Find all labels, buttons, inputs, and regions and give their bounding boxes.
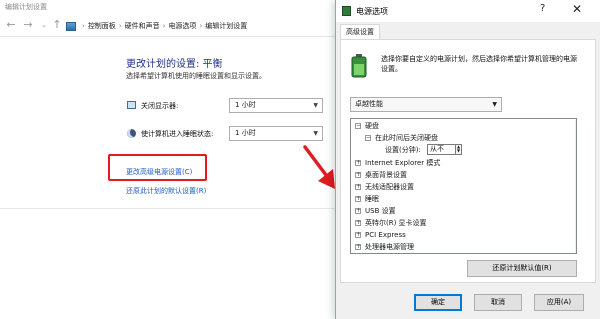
- breadcrumb-separator-icon: ›: [162, 22, 166, 30]
- expand-icon[interactable]: +: [355, 208, 361, 214]
- control-panel-icon: [66, 21, 76, 31]
- scroll-up-icon[interactable]: ▲: [575, 120, 576, 130]
- tree-item-label: 睡眠: [365, 195, 379, 203]
- forward-arrow-icon[interactable]: →: [22, 18, 34, 31]
- breadcrumb-item[interactable]: 硬件和声音: [125, 21, 160, 31]
- setting-minutes-label: 设置(分钟):: [385, 146, 421, 154]
- advanced-settings-panel: 选择你要自定义的电源计划，然后选择你希望计算机管理的电源设置。 卓越性能 ▼ −…: [340, 39, 596, 283]
- battery-icon: [351, 54, 367, 78]
- dialog-description: 选择你要自定义的电源计划，然后选择你希望计算机管理的电源设置。: [381, 55, 577, 73]
- tree-item[interactable]: + 处理器电源管理: [351, 241, 414, 253]
- power-options-dialog: 电源选项 ? ✕ 高级设置 选择你要自定义的电源计划，然后选择你希望计算机管理的…: [335, 0, 600, 319]
- breadcrumb: › 控制面板 › 硬件和声音 › 电源选项 › 编辑计划设置: [66, 21, 247, 31]
- tree-item-label: PCI Express: [365, 231, 406, 239]
- chevron-down-icon: ▼: [492, 101, 497, 108]
- expand-icon[interactable]: +: [355, 160, 361, 166]
- settings-tree: − 硬盘 − 在此时间后关闭硬盘 设置(分钟): 从不 ▲ ▼ + Interne…: [350, 118, 577, 254]
- tree-item[interactable]: + 桌面背景设置: [351, 169, 407, 181]
- tree-item-label: 硬盘: [365, 122, 379, 130]
- tree-item-label: USB 设置: [365, 207, 396, 215]
- expand-icon[interactable]: +: [355, 184, 361, 190]
- tab-advanced-settings[interactable]: 高级设置: [340, 24, 380, 40]
- background-window-title: 编辑计划设置: [5, 3, 47, 11]
- expand-icon[interactable]: +: [355, 196, 361, 202]
- help-button[interactable]: ?: [540, 3, 545, 14]
- close-button[interactable]: ✕: [572, 2, 582, 16]
- tree-item[interactable]: + Internet Explorer 模式: [351, 157, 440, 169]
- tree-item[interactable]: + 睡眠: [351, 193, 379, 205]
- sleep-label: 使计算机进入睡眠状态:: [141, 130, 214, 138]
- minutes-input[interactable]: 从不: [427, 144, 456, 155]
- monitor-icon: [127, 101, 136, 109]
- breadcrumb-separator-icon: ›: [118, 22, 122, 30]
- display-off-value: 1 小时: [235, 101, 256, 109]
- breadcrumb-separator-icon: ›: [82, 22, 85, 30]
- breadcrumb-item[interactable]: 控制面板: [88, 21, 116, 31]
- tree-item[interactable]: − 在此时间后关闭硬盘: [351, 132, 438, 144]
- power-options-icon: [342, 6, 351, 16]
- sleep-select[interactable]: 1 小时 ▼: [229, 126, 323, 141]
- tree-item[interactable]: + 无线适配器设置: [351, 181, 414, 193]
- dialog-titlebar: 电源选项 ? ✕: [336, 0, 600, 22]
- tree-item[interactable]: + PCI Express: [351, 229, 406, 241]
- breadcrumb-separator-icon: ›: [199, 22, 203, 30]
- tree-item-label: 英特尔(R) 显卡设置: [365, 219, 427, 227]
- address-bar: ← → ⌄ ↑ › 控制面板 › 硬件和声音 › 电源选项 › 编辑计划设置: [0, 14, 340, 37]
- chevron-down-icon: ▼: [313, 102, 318, 109]
- breadcrumb-item[interactable]: 电源选项: [168, 21, 196, 31]
- expand-icon[interactable]: +: [355, 232, 361, 238]
- tree-item[interactable]: − 硬盘: [351, 120, 379, 132]
- background-titlebar: 编辑计划设置: [0, 0, 340, 14]
- expand-icon[interactable]: +: [355, 172, 361, 178]
- page-title: 更改计划的设置: 平衡: [126, 59, 223, 70]
- tree-item-label: 在此时间后关闭硬盘: [375, 134, 438, 142]
- tree-item[interactable]: 设置(分钟): 从不 ▲ ▼: [351, 144, 491, 156]
- restore-plan-defaults-button[interactable]: 还原计划默认值(R): [467, 260, 577, 277]
- apply-button[interactable]: 应用(A): [534, 294, 584, 311]
- breadcrumb-item[interactable]: 编辑计划设置: [205, 21, 247, 31]
- tree-item[interactable]: + USB 设置: [351, 205, 396, 217]
- plan-select[interactable]: 卓越性能 ▼: [350, 97, 502, 112]
- highlight-box: [108, 154, 207, 181]
- display-off-select[interactable]: 1 小时 ▼: [229, 98, 323, 113]
- tree-item-label: 无线适配器设置: [365, 183, 414, 191]
- collapse-icon[interactable]: −: [365, 135, 371, 141]
- sleep-moon-icon: [127, 129, 136, 138]
- sleep-value: 1 小时: [235, 129, 256, 137]
- ok-button[interactable]: 确定: [414, 294, 462, 311]
- recent-pages-chevron-icon[interactable]: ⌄: [38, 21, 50, 29]
- plan-value: 卓越性能: [355, 100, 383, 108]
- up-arrow-icon[interactable]: ↑: [51, 18, 63, 31]
- chevron-down-icon: ▼: [313, 130, 318, 137]
- scroll-down-icon[interactable]: ▼: [575, 243, 576, 253]
- tree-scrollbar[interactable]: ▲ ▼: [575, 120, 577, 253]
- divider: [0, 208, 335, 209]
- expand-icon[interactable]: +: [355, 244, 361, 250]
- display-off-label: 关闭显示器:: [141, 102, 179, 110]
- spinner-arrows-icon[interactable]: ▲ ▼: [455, 144, 462, 155]
- restore-defaults-link[interactable]: 还原此计划的默认设置(R): [126, 186, 206, 196]
- collapse-icon[interactable]: −: [355, 123, 361, 129]
- tree-item[interactable]: + 英特尔(R) 显卡设置: [351, 217, 427, 229]
- page-subtitle: 选择希望计算机使用的睡眠设置和显示设置。: [126, 72, 266, 80]
- dialog-title: 电源选项: [356, 7, 388, 16]
- cancel-button[interactable]: 取消: [474, 294, 522, 311]
- back-arrow-icon[interactable]: ←: [5, 18, 17, 31]
- scrollbar-thumb[interactable]: [576, 132, 577, 202]
- tree-item-label: 处理器电源管理: [365, 243, 414, 251]
- expand-icon[interactable]: +: [355, 220, 361, 226]
- tree-item-label: 桌面背景设置: [365, 171, 407, 179]
- tree-item-label: Internet Explorer 模式: [365, 159, 441, 167]
